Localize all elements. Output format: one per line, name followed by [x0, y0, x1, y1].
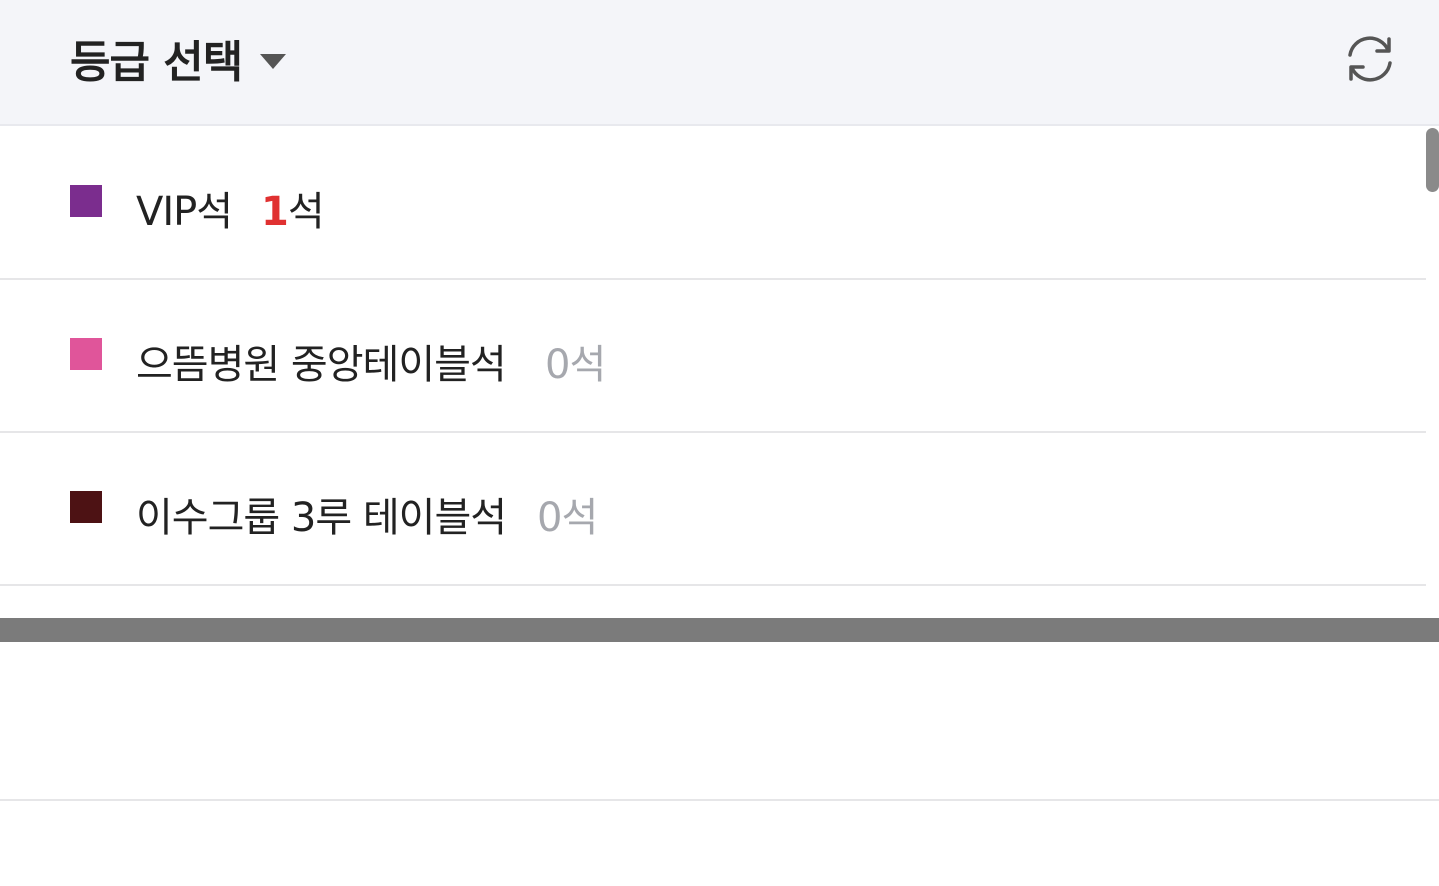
grade-title: 등급 선택 [70, 37, 243, 88]
panel-splitter[interactable] [0, 618, 1439, 642]
grade-label: 이수그룹 3루 테이블석 [136, 495, 507, 541]
grade-color-swatch [70, 185, 102, 217]
seat-count: 1석 [261, 179, 325, 237]
grade-label: 으뜸병원 중앙테이블석 [136, 342, 507, 388]
seat-count-suffix: 석 [287, 189, 325, 235]
grade-select-dropdown[interactable]: 등급 선택 [70, 26, 287, 90]
grade-list: VIP석 1석 으뜸병원 중앙테이블석 0석 이수그룹 3루 테이블석 0석 [0, 127, 1426, 591]
scrollbar-thumb[interactable] [1426, 128, 1439, 192]
grade-selection-panel: 등급 선택 VIP석 1석 으뜸병원 중앙테이블석 0석 이수그룹 3루 테이블… [0, 0, 1439, 886]
grade-color-swatch [70, 491, 102, 523]
grade-row-3rd-base-table[interactable]: 이수그룹 3루 테이블석 0석 [0, 433, 1426, 586]
seat-count: 0석 [537, 495, 598, 541]
grade-color-swatch [70, 338, 102, 370]
seat-count: 0석 [545, 342, 606, 388]
caret-down-icon [260, 53, 287, 69]
refresh-button[interactable] [1340, 33, 1400, 85]
grade-header: 등급 선택 [0, 0, 1439, 126]
seat-count-number: 1 [261, 189, 289, 235]
refresh-icon [1348, 36, 1392, 82]
grade-label: VIP석 [136, 189, 233, 235]
grade-row-vip[interactable]: VIP석 1석 [0, 127, 1426, 280]
divider [0, 799, 1439, 801]
grade-row-central-table[interactable]: 으뜸병원 중앙테이블석 0석 [0, 280, 1426, 433]
